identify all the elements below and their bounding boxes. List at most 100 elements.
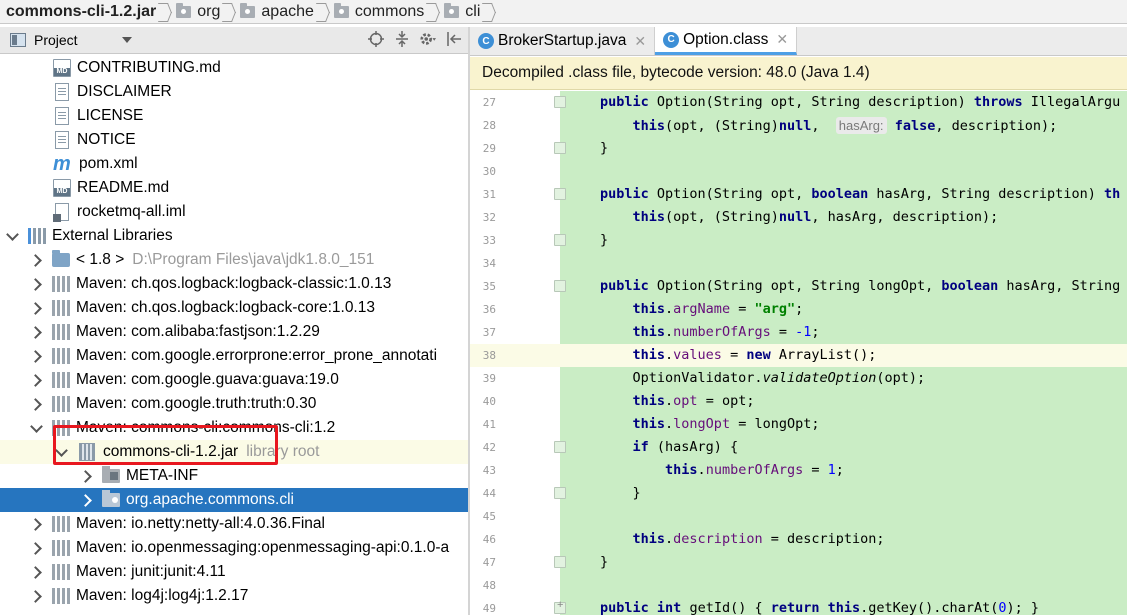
tree-item-readme[interactable]: README.md — [0, 176, 468, 200]
tree-item-library[interactable]: Maven: log4j:log4j:1.2.17 — [0, 584, 468, 608]
code-line[interactable]: 33 } — [470, 229, 1127, 252]
close-icon[interactable]: ✕ — [776, 31, 788, 48]
tree-item-library-commons-cli[interactable]: Maven: commons-cli:commons-cli:1.2 — [0, 416, 468, 440]
code-line[interactable]: 42 if (hasArg) { — [470, 436, 1127, 459]
breadcrumb-item-jar[interactable]: commons-cli-1.2.jar — [6, 0, 156, 23]
tree-item-jdk[interactable]: < 1.8 > D:\Program Files\java\jdk1.8.0_1… — [0, 248, 468, 272]
code-text: if (hasArg) { — [632, 439, 739, 455]
breadcrumb-item-cli[interactable]: cli — [444, 0, 480, 23]
code-line[interactable]: 44 } — [470, 482, 1127, 505]
fold-marker-icon[interactable] — [554, 556, 566, 568]
tree-item-label: README.md — [77, 179, 170, 196]
collapse-all-icon[interactable] — [394, 31, 410, 47]
code-line[interactable]: 49 public int getId() { return this.getK… — [470, 597, 1127, 615]
code-line[interactable]: 39 OptionValidator.validateOption(opt); — [470, 367, 1127, 390]
tree-item-contributing[interactable]: CONTRIBUTING.md — [0, 56, 468, 80]
code-line[interactable]: 40 this.opt = opt; — [470, 390, 1127, 413]
gear-icon[interactable] — [420, 31, 436, 47]
code-line[interactable]: 46 this.description = description; — [470, 528, 1127, 551]
code-line[interactable]: 43 this.numberOfArgs = 1; — [470, 459, 1127, 482]
close-icon[interactable]: ✕ — [634, 33, 646, 50]
tree-item-library[interactable]: Maven: com.google.errorprone:error_prone… — [0, 344, 468, 368]
tree-item-notice[interactable]: NOTICE — [0, 128, 468, 152]
code-line[interactable]: 36 this.argName = "arg"; — [470, 298, 1127, 321]
tree-item-external-libraries[interactable]: External Libraries — [0, 224, 468, 248]
folder-icon — [102, 466, 120, 483]
chevron-down-icon[interactable] — [55, 446, 67, 458]
tree-item-disclaimer[interactable]: DISCLAIMER — [0, 80, 468, 104]
breadcrumb-item-apache[interactable]: apache — [240, 0, 314, 23]
code-editor[interactable]: 27 public Option(String opt, String desc… — [470, 91, 1127, 615]
fold-marker-icon[interactable] — [554, 234, 566, 246]
chevron-right-icon[interactable] — [30, 254, 42, 266]
chevron-down-icon[interactable] — [121, 37, 132, 43]
tree-item-iml[interactable]: rocketmq-all.iml — [0, 200, 468, 224]
chevron-right-icon[interactable] — [30, 518, 42, 530]
tree-item-meta-inf[interactable]: META-INF — [0, 464, 468, 488]
code-line[interactable]: 30 — [470, 160, 1127, 183]
tree-item-label: Maven: ch.qos.logback:logback-core:1.0.1… — [76, 299, 375, 316]
tree-item-license[interactable]: LICENSE — [0, 104, 468, 128]
code-line[interactable]: 32 this(opt, (String)null, hasArg, descr… — [470, 206, 1127, 229]
maven-icon: m — [53, 153, 71, 175]
chevron-right-icon[interactable] — [30, 542, 42, 554]
project-view-selector[interactable]: Project — [0, 32, 132, 48]
tree-item-library[interactable]: Maven: ch.qos.logback:logback-classic:1.… — [0, 272, 468, 296]
line-number: 27 — [482, 96, 496, 109]
chevron-right-icon[interactable] — [30, 302, 42, 314]
line-number: 44 — [482, 487, 496, 500]
code-line[interactable]: 37 this.numberOfArgs = -1; — [470, 321, 1127, 344]
code-line[interactable]: 28 this(opt, (String)null, hasArg: false… — [470, 114, 1127, 137]
code-line[interactable]: 34 — [470, 252, 1127, 275]
tree-item-jar[interactable]: commons-cli-1.2.jar library root — [0, 440, 468, 464]
breadcrumb-item-commons[interactable]: commons — [333, 0, 424, 23]
tree-item-pom[interactable]: m pom.xml — [0, 152, 468, 176]
tree-item-library[interactable]: Maven: junit:junit:4.11 — [0, 560, 468, 584]
line-number: 36 — [482, 303, 496, 316]
hide-panel-icon[interactable] — [446, 31, 462, 47]
code-line[interactable]: 47 } — [470, 551, 1127, 574]
chevron-down-icon[interactable] — [6, 230, 18, 242]
chevron-right-icon[interactable] — [30, 590, 42, 602]
chevron-right-icon[interactable] — [80, 494, 92, 506]
tree-item-library[interactable]: Maven: io.netty:netty-all:4.0.36.Final — [0, 512, 468, 536]
expand-fold-icon[interactable] — [554, 599, 566, 614]
chevron-right-icon[interactable] — [30, 374, 42, 386]
chevron-right-icon[interactable] — [80, 470, 92, 482]
fold-marker-icon[interactable] — [554, 487, 566, 499]
chevron-right-icon[interactable] — [30, 398, 42, 410]
tree-item-library[interactable]: Maven: ch.qos.logback:logback-core:1.0.1… — [0, 296, 468, 320]
tree-item-library[interactable]: Maven: io.openmessaging:openmessaging-ap… — [0, 536, 468, 560]
code-line[interactable]: 41 this.longOpt = longOpt; — [470, 413, 1127, 436]
fold-marker-icon[interactable] — [554, 96, 566, 108]
fold-marker-icon[interactable] — [554, 142, 566, 154]
code-text: public int getId() { return this.getKey(… — [600, 600, 1039, 615]
breadcrumb-separator — [224, 0, 234, 23]
tree-item-library[interactable]: Maven: com.alibaba:fastjson:1.2.29 — [0, 320, 468, 344]
tree-item-library[interactable]: Maven: com.google.truth:truth:0.30 — [0, 392, 468, 416]
code-line[interactable]: 29 } — [470, 137, 1127, 160]
chevron-down-icon[interactable] — [30, 422, 42, 434]
code-line[interactable]: 35 public Option(String opt, String long… — [470, 275, 1127, 298]
code-line-current[interactable]: 38 this.values = new ArrayList(); — [470, 344, 1127, 367]
line-number: 37 — [482, 326, 496, 339]
chevron-right-icon[interactable] — [30, 278, 42, 290]
fold-marker-icon[interactable] — [554, 280, 566, 292]
tree-item-library[interactable]: Maven: com.google.guava:guava:19.0 — [0, 368, 468, 392]
breadcrumb-item-org[interactable]: org — [176, 0, 220, 23]
code-line[interactable]: 31 public Option(String opt, boolean has… — [470, 183, 1127, 206]
fold-marker-icon[interactable] — [554, 441, 566, 453]
tab-broker-startup[interactable]: C BrokerStartup.java ✕ — [470, 27, 656, 55]
chevron-right-icon[interactable] — [30, 350, 42, 362]
code-line[interactable]: 27 public Option(String opt, String desc… — [470, 91, 1127, 114]
chevron-right-icon[interactable] — [30, 326, 42, 338]
tab-option-class[interactable]: C Option.class ✕ — [655, 27, 798, 55]
code-line[interactable]: 45 — [470, 505, 1127, 528]
code-line[interactable]: 48 — [470, 574, 1127, 597]
tree-item-package-selected[interactable]: org.apache.commons.cli — [0, 488, 468, 512]
locate-icon[interactable] — [368, 31, 384, 47]
fold-marker-icon[interactable] — [554, 188, 566, 200]
decompiled-notice-bar: Decompiled .class file, bytecode version… — [470, 57, 1127, 90]
parameter-hint: hasArg: — [835, 117, 887, 134]
chevron-right-icon[interactable] — [30, 566, 42, 578]
